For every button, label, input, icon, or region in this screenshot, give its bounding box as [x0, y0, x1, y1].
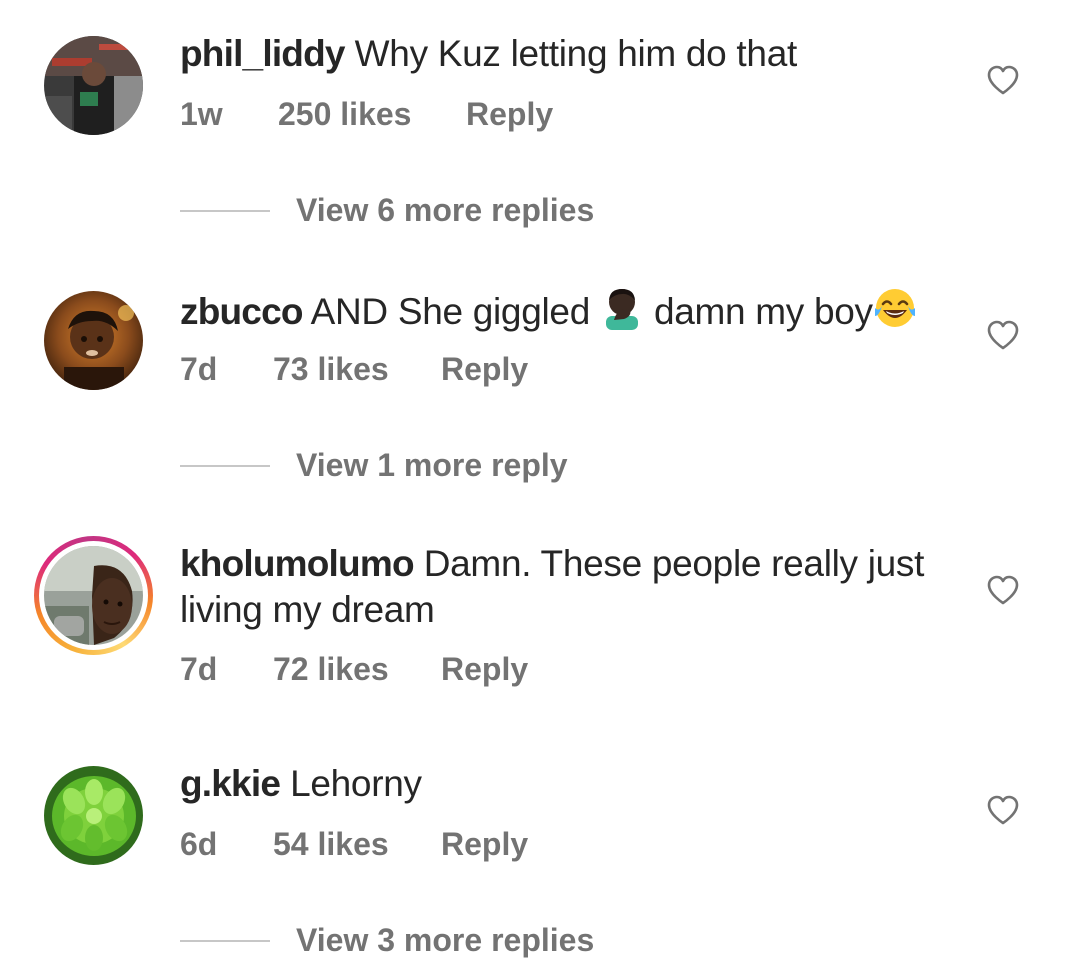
replies-divider — [180, 210, 270, 212]
avatar[interactable] — [44, 766, 143, 865]
comment-text: zbucco AND She giggled damn my boy — [180, 286, 940, 335]
reply-button[interactable]: Reply — [441, 824, 528, 864]
view-replies-button[interactable]: View 1 more reply — [296, 445, 568, 485]
view-replies-button[interactable]: View 6 more replies — [296, 190, 594, 230]
replies-divider — [180, 465, 270, 467]
comment-username[interactable]: g.kkie — [180, 763, 281, 804]
comment-text: g.kkie Lehorny — [180, 761, 940, 807]
avatar[interactable] — [44, 36, 143, 135]
avatar-image — [44, 766, 143, 865]
comment-username[interactable]: phil_liddy — [180, 33, 345, 74]
view-replies-button[interactable]: View 3 more replies — [296, 920, 594, 960]
heart-outline-icon[interactable] — [986, 794, 1020, 826]
heart-outline-icon[interactable] — [986, 319, 1020, 351]
replies-divider — [180, 940, 270, 942]
comment-body-continued: damn my boy — [653, 291, 873, 332]
avatar-image — [44, 291, 143, 390]
comment-body: Why Kuz letting him do that — [354, 33, 798, 74]
story-ring[interactable] — [34, 536, 153, 655]
avatar[interactable] — [44, 291, 143, 390]
avatar-image — [44, 36, 143, 135]
avatar[interactable] — [44, 546, 143, 645]
reply-button[interactable]: Reply — [466, 94, 553, 134]
tears-of-joy-emoji — [874, 289, 915, 327]
reply-button[interactable]: Reply — [441, 649, 528, 689]
avatar-image — [44, 546, 143, 645]
comment-time: 6d — [180, 826, 218, 862]
heart-outline-icon[interactable] — [986, 574, 1020, 606]
comment-username[interactable]: kholumolumo — [180, 543, 415, 584]
comment-username[interactable]: zbucco — [180, 291, 303, 332]
comment-time: 7d — [180, 651, 218, 687]
comment-body: AND She giggled — [310, 291, 591, 332]
comment-time: 7d — [180, 351, 218, 387]
heart-outline-icon[interactable] — [986, 64, 1020, 96]
comment-likes[interactable]: 72 likes — [273, 649, 389, 689]
reply-button[interactable]: Reply — [441, 349, 528, 389]
comment-likes[interactable]: 73 likes — [273, 349, 389, 389]
comment-text: phil_liddy Why Kuz letting him do that — [180, 31, 940, 77]
comment-body: Lehorny — [290, 763, 422, 804]
comment-text: kholumolumo Damn. These people really ju… — [180, 541, 940, 633]
comment-likes[interactable]: 54 likes — [273, 824, 389, 864]
comment-time: 1w — [180, 96, 223, 132]
face-palm-emoji — [605, 289, 638, 330]
comment-likes[interactable]: 250 likes — [278, 94, 411, 134]
